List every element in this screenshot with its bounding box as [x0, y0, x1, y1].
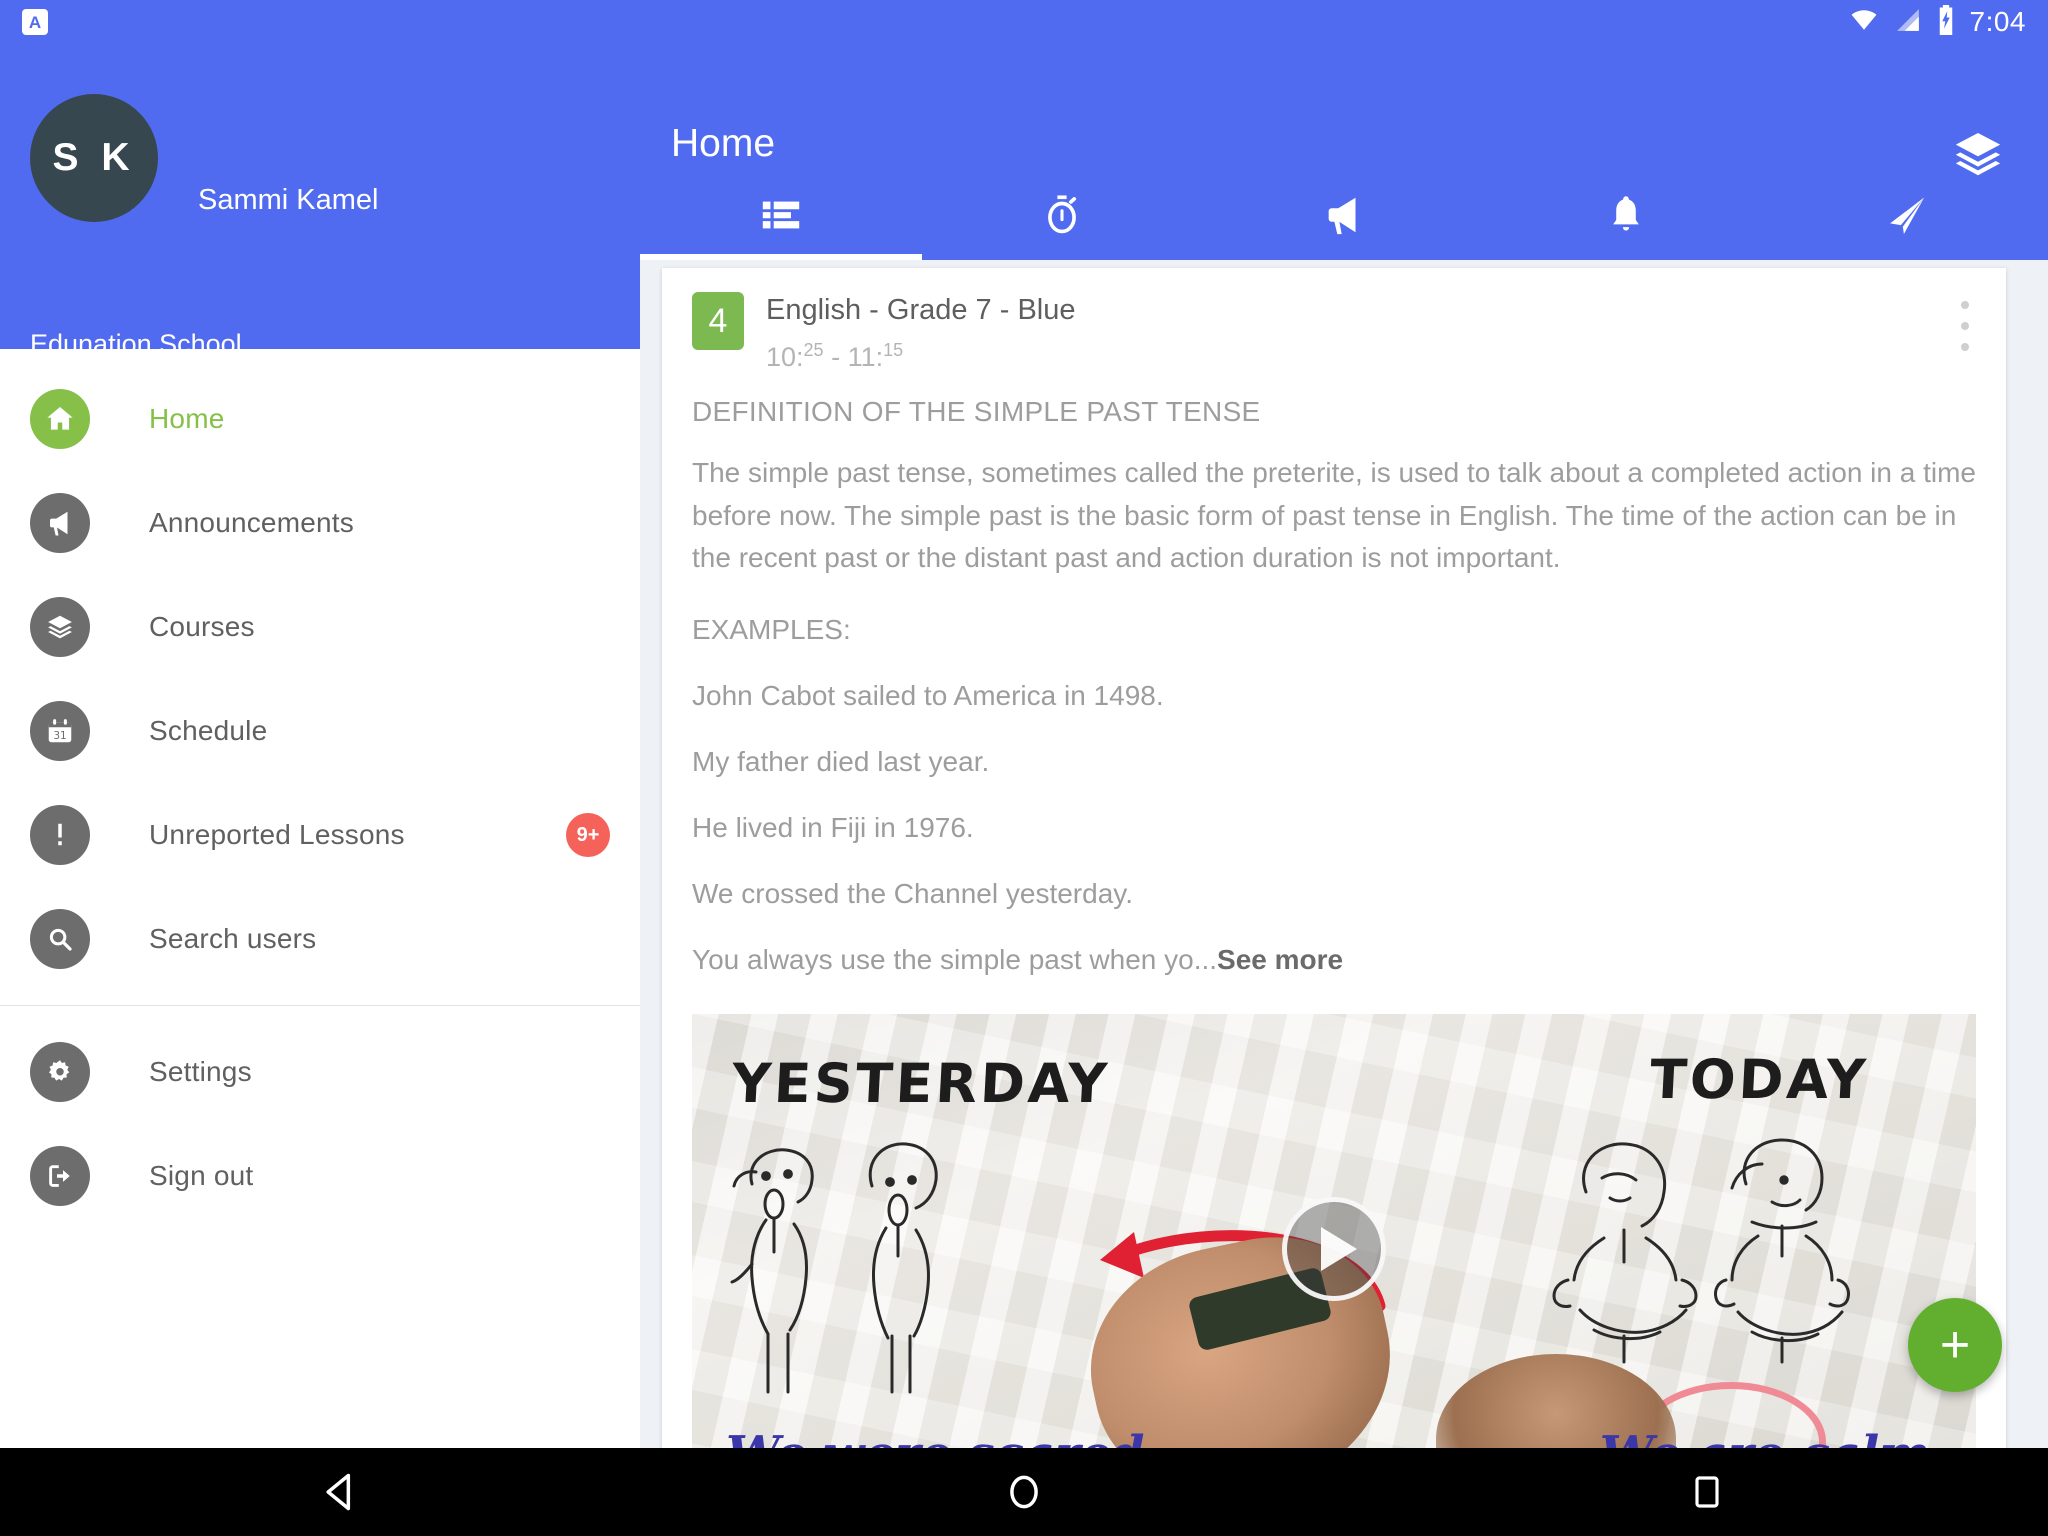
layers-icon: [30, 597, 90, 657]
sidebar-label-schedule: Schedule: [149, 715, 268, 746]
sign-out-icon: [30, 1146, 90, 1206]
app-notification-icon: A: [22, 9, 48, 35]
video-caption-left: We were scared: [726, 1426, 1144, 1448]
tab-announcements[interactable]: [1203, 174, 1485, 260]
avatar[interactable]: S K: [30, 94, 158, 222]
sidebar-label-search-users: Search users: [149, 923, 317, 954]
sidebar-label-courses: Courses: [149, 611, 255, 642]
example-item: He lived in Fiji in 1976.: [692, 811, 974, 843]
video-thumbnail[interactable]: YESTERDAY TODAY: [692, 1013, 1976, 1448]
cellular-signal-icon: [1894, 7, 1922, 38]
course-time-end-min: 15: [883, 340, 904, 360]
tab-bar: [640, 174, 2048, 260]
sidebar-item-schedule[interactable]: 31 Schedule: [0, 679, 640, 783]
lesson-card: 4 English - Grade 7 - Blue 10:25 - 11:15…: [662, 268, 2006, 1448]
status-clock: 7:04: [1969, 6, 2026, 37]
course-time-start-min: 25: [803, 340, 824, 360]
sidebar-label-sign-out: Sign out: [149, 1160, 254, 1191]
search-icon: [30, 909, 90, 969]
sidebar-label-home: Home: [149, 403, 225, 434]
sidebar-item-courses[interactable]: Courses: [0, 575, 640, 679]
user-name: Sammi Kamel: [198, 184, 379, 216]
status-badge: 9+: [566, 813, 610, 857]
avatar-initials: S K: [52, 136, 136, 179]
bell-icon: [1603, 192, 1649, 243]
calendar-icon: 31: [30, 701, 90, 761]
truncated-text: You always use the simple past when yo..…: [692, 943, 1218, 975]
sidebar-item-home[interactable]: Home: [0, 367, 640, 471]
tab-notifications[interactable]: [1485, 174, 1767, 260]
svg-text:31: 31: [53, 730, 66, 742]
sidebar-item-settings[interactable]: Settings: [0, 1020, 640, 1124]
lesson-paragraph: The simple past tense, sometimes called …: [692, 457, 1976, 574]
lesson-card-header: 4 English - Grade 7 - Blue 10:25 - 11:15: [662, 268, 2006, 376]
add-button[interactable]: +: [1908, 1298, 2002, 1392]
course-time-start-hour: 10:: [766, 342, 804, 372]
truncated-text-row: You always use the simple past when yo..…: [692, 944, 1976, 976]
course-time: 10:25 - 11:15: [766, 340, 903, 373]
lesson-card-body: DEFINITION OF THE SIMPLE PAST TENSE The …: [662, 396, 2006, 976]
sidebar-label-settings: Settings: [149, 1056, 252, 1087]
battery-charging-icon: [1936, 4, 1956, 40]
drawer-nav-list: Home Announcements Courses 31 Schedule U…: [0, 349, 640, 1228]
video-label-left: YESTERDAY: [730, 1051, 1112, 1115]
example-item: John Cabot sailed to America in 1498.: [692, 679, 1164, 711]
course-time-sep: -: [823, 342, 848, 372]
example-item: We crossed the Channel yesterday.: [692, 877, 1133, 909]
course-time-end-hour: 11:: [847, 342, 884, 372]
app-notification-letter: A: [28, 12, 42, 32]
gear-icon: [30, 1042, 90, 1102]
content-area[interactable]: 4 English - Grade 7 - Blue 10:25 - 11:15…: [640, 260, 2048, 1448]
video-label-right: TODAY: [1648, 1047, 1870, 1111]
drawer-header: S K Sammi Kamel Edunation School: [0, 44, 640, 359]
sidebar-item-announcements[interactable]: Announcements: [0, 471, 640, 575]
lesson-number-badge: 4: [692, 292, 744, 350]
megaphone-icon: [30, 493, 90, 553]
app-bar: Home: [640, 44, 2048, 260]
list-icon: [758, 192, 804, 243]
drawer-divider: [0, 1005, 640, 1006]
megaphone-icon: [1321, 192, 1367, 243]
sidebar-label-unreported-lessons: Unreported Lessons: [149, 819, 405, 850]
sidebar-label-announcements: Announcements: [149, 507, 354, 538]
stick-figure-scared-pair: [730, 1142, 938, 1394]
alert-icon: [30, 805, 90, 865]
sidebar-item-sign-out[interactable]: Sign out: [0, 1124, 640, 1228]
tab-timeline[interactable]: [640, 174, 922, 260]
wifi-icon: [1848, 7, 1880, 38]
video-caption-right: We are calm: [1600, 1426, 1930, 1448]
play-triangle: [1321, 1226, 1357, 1271]
app-screen: A 7:04 S K Sammi Kamel Edunation School …: [0, 0, 2048, 1536]
navigation-drawer: S K Sammi Kamel Edunation School Home An…: [0, 44, 640, 1448]
see-more-link[interactable]: See more: [1217, 944, 1343, 975]
examples-label: EXAMPLES:: [692, 613, 851, 645]
course-title: English - Grade 7 - Blue: [766, 294, 1076, 326]
sidebar-item-search-users[interactable]: Search users: [0, 887, 640, 991]
back-triangle-icon[interactable]: [281, 1448, 401, 1536]
plus-icon: +: [1939, 1316, 1971, 1374]
tab-schedule[interactable]: [922, 174, 1204, 260]
page-title: Home: [671, 122, 776, 165]
tab-messages[interactable]: [1766, 174, 2048, 260]
school-name: Edunation School: [30, 329, 242, 359]
home-icon: [30, 389, 90, 449]
example-item: My father died last year.: [692, 745, 990, 777]
more-vertical-icon[interactable]: [1948, 296, 1982, 356]
android-navigation-bar: [0, 1448, 2048, 1536]
home-circle-icon[interactable]: [964, 1448, 1084, 1536]
stopwatch-icon: [1039, 192, 1085, 243]
sidebar-item-unreported-lessons[interactable]: Unreported Lessons 9+: [0, 783, 640, 887]
status-bar: A 7:04: [0, 0, 2048, 44]
lesson-heading: DEFINITION OF THE SIMPLE PAST TENSE: [692, 396, 1261, 427]
recents-square-icon[interactable]: [1647, 1448, 1767, 1536]
play-icon[interactable]: [1282, 1196, 1386, 1301]
paper-plane-icon: [1884, 192, 1930, 243]
